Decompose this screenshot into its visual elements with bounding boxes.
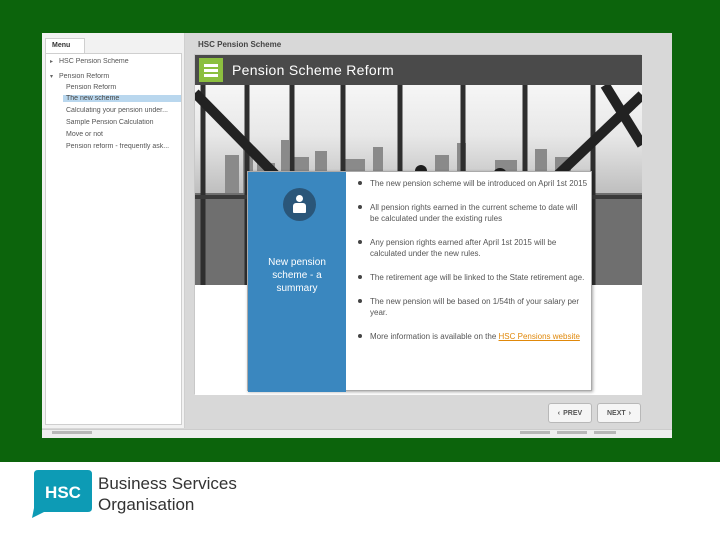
bullet-icon bbox=[358, 275, 362, 279]
bullet-icon bbox=[358, 299, 362, 303]
player-status-bar bbox=[42, 429, 672, 438]
organisation-name: Business Services Organisation bbox=[98, 473, 237, 515]
summary-card: New pension scheme - a summary The new p… bbox=[247, 171, 592, 392]
more-info-text: More information is available on the bbox=[370, 332, 497, 341]
prev-label: PREV bbox=[563, 409, 583, 417]
menu-item-hsc-pension-scheme[interactable]: ▸ HSC Pension Scheme bbox=[50, 58, 129, 65]
summary-heading: New pension scheme - a summary bbox=[268, 257, 326, 294]
sidebar: Menu ▸ HSC Pension Scheme ▾ Pension Reform… bbox=[42, 33, 185, 428]
menu-subitem-sample-calculation[interactable]: Sample Pension Calculation bbox=[66, 119, 180, 126]
summary-bullet-list: The new pension scheme will be introduce… bbox=[356, 178, 588, 342]
menu-item-pension-reform[interactable]: ▾ Pension Reform bbox=[50, 73, 109, 80]
organisation-name-line1: Business Services bbox=[98, 474, 237, 493]
next-button[interactable]: NEXT › bbox=[597, 403, 641, 423]
list-item: All pension rights earned in the current… bbox=[356, 202, 588, 224]
list-item: Any pension rights earned after April 1s… bbox=[356, 237, 588, 259]
list-item: More information is available on the HSC… bbox=[356, 331, 588, 342]
person-icon bbox=[283, 188, 316, 221]
hamburger-menu-icon[interactable] bbox=[199, 58, 223, 82]
menu-item-label: Pension Reform bbox=[59, 73, 110, 80]
slide-title: Pension Scheme Reform bbox=[232, 62, 394, 78]
bullet-icon bbox=[358, 181, 362, 185]
summary-side-panel: New pension scheme - a summary bbox=[248, 172, 346, 392]
hsc-logo-icon: HSC bbox=[32, 470, 92, 518]
chevron-right-icon: › bbox=[628, 409, 631, 417]
list-item: The retirement age will be linked to the… bbox=[356, 272, 588, 283]
list-item: The new pension scheme will be introduce… bbox=[356, 178, 588, 189]
bullet-icon bbox=[358, 334, 362, 338]
organisation-name-line2: Organisation bbox=[98, 495, 195, 514]
chevron-down-icon: ▾ bbox=[50, 74, 54, 80]
hsc-pensions-link[interactable]: HSC Pensions website bbox=[499, 332, 580, 341]
menu-item-label: HSC Pension Scheme bbox=[59, 58, 129, 65]
list-item: The new pension will be based on 1/54th … bbox=[356, 296, 588, 318]
prev-button[interactable]: ‹ PREV bbox=[548, 403, 592, 423]
slide-header: Pension Scheme Reform bbox=[195, 55, 642, 85]
chevron-left-icon: ‹ bbox=[557, 409, 561, 417]
next-label: NEXT bbox=[606, 409, 626, 417]
course-player-window: Menu ▸ HSC Pension Scheme ▾ Pension Reform… bbox=[42, 33, 672, 438]
bullet-icon bbox=[358, 205, 362, 209]
menu-subitem-the-new-scheme[interactable]: The new scheme bbox=[63, 95, 181, 102]
menu-subitem-move-or-not[interactable]: Move or not bbox=[66, 131, 180, 138]
menu-subitem-faq[interactable]: Pension reform - frequently ask... bbox=[66, 143, 180, 150]
menu-subitem-pension-reform[interactable]: Pension Reform bbox=[66, 84, 180, 91]
logo-mark-text: HSC bbox=[45, 483, 81, 502]
content-title: HSC Pension Scheme bbox=[198, 40, 282, 49]
menu-subitem-calculating-pension[interactable]: Calculating your pension under... bbox=[66, 107, 180, 114]
menu-panel: ▸ HSC Pension Scheme ▾ Pension Reform Pens… bbox=[45, 53, 182, 425]
chevron-right-icon: ▸ bbox=[50, 59, 54, 65]
menu-tab[interactable]: Menu bbox=[45, 38, 85, 53]
bullet-icon bbox=[358, 240, 362, 244]
